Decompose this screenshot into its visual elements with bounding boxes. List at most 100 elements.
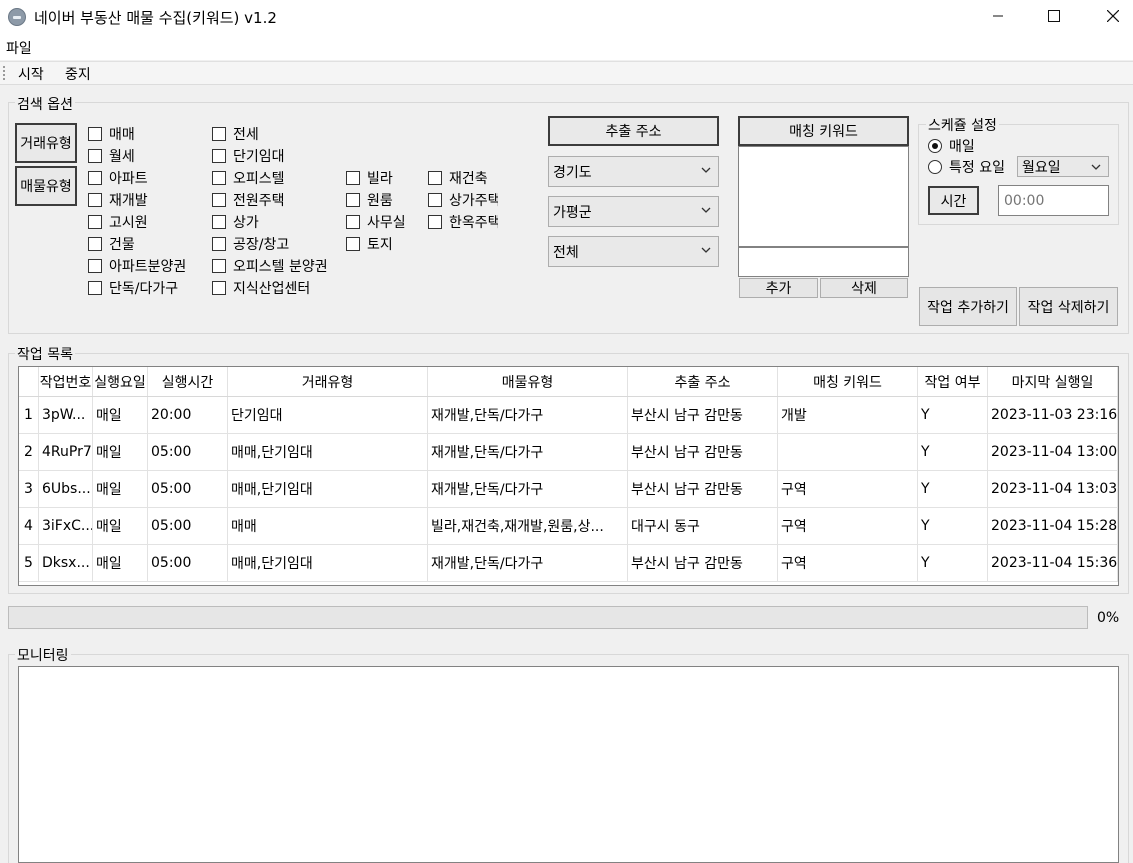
cell-address[interactable]: 부산시 남구 감만동 <box>628 397 778 433</box>
column-header[interactable]: 작업 여부 <box>918 367 988 396</box>
checkbox-building[interactable]: 건물 <box>88 234 206 254</box>
cell-address[interactable]: 대구시 동구 <box>628 508 778 544</box>
checkbox-reconstruction[interactable]: 재건축 <box>428 168 498 188</box>
checkbox-villa[interactable]: 빌라 <box>346 168 422 188</box>
cell-keyword[interactable]: 구역 <box>778 471 918 507</box>
delete-job-button[interactable]: 작업 삭제하기 <box>1019 287 1118 326</box>
checkbox-box[interactable] <box>88 237 102 251</box>
cell-day[interactable]: 매일 <box>93 508 148 544</box>
cell-last-run[interactable]: 2023-11-04 15:36 <box>988 545 1118 581</box>
trade-type-button[interactable]: 거래유형 <box>15 123 77 163</box>
checkbox-knowledge-center[interactable]: 지식산업센터 <box>212 278 362 298</box>
cell-keyword[interactable]: 구역 <box>778 508 918 544</box>
cell-status[interactable]: Y <box>918 434 988 470</box>
cell-property-type[interactable]: 재개발,단독/다가구 <box>428 434 628 470</box>
cell-last-run[interactable]: 2023-11-04 13:03 <box>988 471 1118 507</box>
city-select[interactable]: 가평군 <box>548 196 719 227</box>
cell-keyword[interactable]: 구역 <box>778 545 918 581</box>
checkbox-apartment[interactable]: 아파트 <box>88 168 206 188</box>
checkbox-one-room[interactable]: 원룸 <box>346 190 422 210</box>
cell-status[interactable]: Y <box>918 508 988 544</box>
province-select[interactable]: 경기도 <box>548 156 719 187</box>
cell-trade-type[interactable]: 단기임대 <box>228 397 428 433</box>
checkbox-box[interactable] <box>88 281 102 295</box>
keyword-delete-button[interactable]: 삭제 <box>820 278 908 298</box>
checkbox-short-term[interactable]: 단기임대 <box>212 146 342 166</box>
checkbox-factory[interactable]: 공장/창고 <box>212 234 342 254</box>
cell-job-id[interactable]: Dksx... <box>39 545 93 581</box>
cell-keyword[interactable] <box>778 434 918 470</box>
checkbox-monthly-rent[interactable]: 월세 <box>88 146 206 166</box>
checkbox-sale[interactable]: 매매 <box>88 124 206 144</box>
row-number[interactable]: 1 <box>19 397 39 433</box>
job-table[interactable]: 작업번호 실행요일 실행시간 거래유형 매물유형 추출 주소 매칭 키워드 작업… <box>18 366 1119 586</box>
cell-address[interactable]: 부산시 남구 감만동 <box>628 434 778 470</box>
table-row[interactable]: 5 Dksx... 매일 05:00 매매,단기임대 재개발,단독/다가구 부산… <box>19 545 1118 582</box>
radio-daily[interactable]: 매일 <box>928 136 975 156</box>
table-row[interactable]: 2 4RuPr7 매일 05:00 매매,단기임대 재개발,단독/다가구 부산시… <box>19 434 1118 471</box>
cell-last-run[interactable]: 2023-11-04 13:00 <box>988 434 1118 470</box>
cell-status[interactable]: Y <box>918 471 988 507</box>
column-header[interactable]: 실행시간 <box>148 367 228 396</box>
property-type-button[interactable]: 매물유형 <box>15 166 77 206</box>
monitor-log[interactable] <box>18 666 1119 863</box>
row-number[interactable]: 3 <box>19 471 39 507</box>
checkbox-box[interactable] <box>346 171 360 185</box>
checkbox-officetel-presale[interactable]: 오피스텔 분양권 <box>212 256 362 276</box>
cell-trade-type[interactable]: 매매,단기임대 <box>228 545 428 581</box>
cell-time[interactable]: 05:00 <box>148 471 228 507</box>
row-number[interactable]: 2 <box>19 434 39 470</box>
cell-time[interactable]: 20:00 <box>148 397 228 433</box>
checkbox-box[interactable] <box>212 149 226 163</box>
cell-day[interactable]: 매일 <box>93 545 148 581</box>
cell-status[interactable]: Y <box>918 545 988 581</box>
checkbox-redevelopment[interactable]: 재개발 <box>88 190 206 210</box>
checkbox-office[interactable]: 사무실 <box>346 212 422 232</box>
cell-job-id[interactable]: 3iFxC... <box>39 508 93 544</box>
minimize-button[interactable] <box>975 0 1021 32</box>
column-header[interactable]: 마지막 실행일 <box>988 367 1118 396</box>
cell-property-type[interactable]: 빌라,재건축,재개발,원룸,상... <box>428 508 628 544</box>
start-button[interactable]: 시작 <box>18 64 44 84</box>
checkbox-box[interactable] <box>428 193 442 207</box>
keyword-list[interactable] <box>738 146 909 247</box>
checkbox-box[interactable] <box>88 193 102 207</box>
checkbox-box[interactable] <box>212 259 226 273</box>
table-row[interactable]: 4 3iFxC... 매일 05:00 매매 빌라,재건축,재개발,원룸,상..… <box>19 508 1118 545</box>
close-button[interactable] <box>1090 0 1133 32</box>
column-header[interactable]: 매칭 키워드 <box>778 367 918 396</box>
checkbox-commercial-house[interactable]: 상가주택 <box>428 190 498 210</box>
cell-trade-type[interactable]: 매매 <box>228 508 428 544</box>
checkbox-detached-multi[interactable]: 단독/다가구 <box>88 278 206 298</box>
table-row[interactable]: 3 6Ubs... 매일 05:00 매매,단기임대 재개발,단독/다가구 부산… <box>19 471 1118 508</box>
column-header[interactable]: 거래유형 <box>228 367 428 396</box>
cell-time[interactable]: 05:00 <box>148 434 228 470</box>
checkbox-officetel[interactable]: 오피스텔 <box>212 168 342 188</box>
row-number[interactable]: 5 <box>19 545 39 581</box>
keyword-add-button[interactable]: 추가 <box>739 278 818 298</box>
cell-day[interactable]: 매일 <box>93 471 148 507</box>
column-header[interactable]: 작업번호 <box>39 367 93 396</box>
checkbox-box[interactable] <box>88 149 102 163</box>
cell-time[interactable]: 05:00 <box>148 508 228 544</box>
time-input[interactable] <box>998 185 1109 216</box>
checkbox-gosiwon[interactable]: 고시원 <box>88 212 206 232</box>
column-header[interactable]: 매물유형 <box>428 367 628 396</box>
radio-dot[interactable] <box>928 160 942 174</box>
cell-job-id[interactable]: 4RuPr7 <box>39 434 93 470</box>
cell-trade-type[interactable]: 매매,단기임대 <box>228 471 428 507</box>
cell-property-type[interactable]: 재개발,단독/다가구 <box>428 545 628 581</box>
table-row[interactable]: 1 3pW... 매일 20:00 단기임대 재개발,단독/다가구 부산시 남구… <box>19 397 1118 434</box>
cell-keyword[interactable]: 개발 <box>778 397 918 433</box>
cell-property-type[interactable]: 재개발,단독/다가구 <box>428 471 628 507</box>
checkbox-jeonse[interactable]: 전세 <box>212 124 342 144</box>
district-select[interactable]: 전체 <box>548 236 719 267</box>
checkbox-box[interactable] <box>212 237 226 251</box>
checkbox-box[interactable] <box>212 193 226 207</box>
time-button[interactable]: 시간 <box>928 186 979 215</box>
cell-job-id[interactable]: 3pW... <box>39 397 93 433</box>
checkbox-box[interactable] <box>212 171 226 185</box>
row-number[interactable]: 4 <box>19 508 39 544</box>
cell-last-run[interactable]: 2023-11-03 23:16 <box>988 397 1118 433</box>
column-header[interactable]: 실행요일 <box>93 367 148 396</box>
